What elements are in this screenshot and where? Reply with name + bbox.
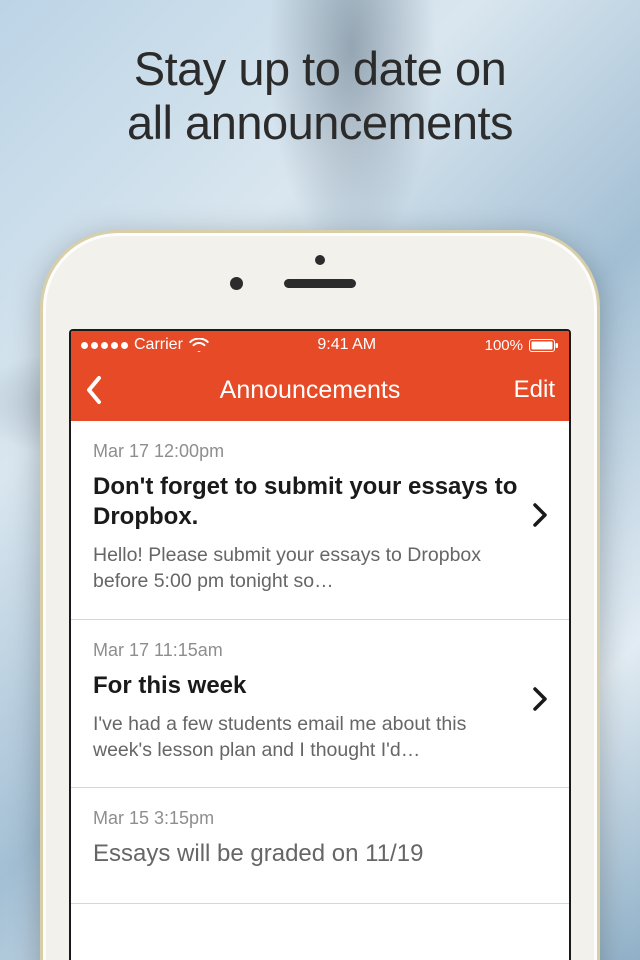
chevron-right-icon: [533, 687, 547, 716]
announcement-title: Don't forget to submit your essays to Dr…: [93, 472, 521, 532]
announcement-row[interactable]: Mar 17 12:00pm Don't forget to submit yo…: [71, 421, 569, 620]
announcement-title: Essays will be graded on 11/19: [93, 839, 547, 869]
phone-camera: [230, 277, 243, 290]
marketing-line-1: Stay up to date on: [0, 42, 640, 96]
battery-percent: 100%: [485, 337, 523, 354]
back-button[interactable]: [85, 375, 125, 405]
wifi-icon: [189, 338, 209, 352]
edit-button[interactable]: Edit: [495, 376, 555, 404]
announcement-date: Mar 17 12:00pm: [93, 441, 521, 462]
nav-bar: Announcements Edit: [71, 359, 569, 421]
status-time: 9:41 AM: [215, 336, 479, 354]
battery-icon: [529, 339, 559, 352]
carrier-label: Carrier: [134, 336, 183, 354]
announcement-row[interactable]: Mar 17 11:15am For this week I've had a …: [71, 620, 569, 789]
signal-dots-icon: [81, 342, 128, 349]
chevron-right-icon: [533, 503, 547, 532]
announcement-body: Hello! Please submit your essays to Drop…: [93, 542, 521, 595]
status-bar: Carrier 9:41 AM 100%: [71, 331, 569, 359]
phone-sensor: [315, 255, 325, 265]
chevron-left-icon: [85, 375, 103, 405]
announcement-date: Mar 17 11:15am: [93, 640, 521, 661]
announcement-body: I've had a few students email me about t…: [93, 711, 521, 764]
announcement-title: For this week: [93, 671, 521, 701]
nav-title: Announcements: [125, 376, 495, 405]
announcement-date: Mar 15 3:15pm: [93, 808, 547, 829]
announcement-row[interactable]: Mar 15 3:15pm Essays will be graded on 1…: [71, 788, 569, 904]
marketing-headline: Stay up to date on all announcements: [0, 42, 640, 150]
phone-screen: Carrier 9:41 AM 100%: [69, 329, 571, 960]
announcements-list[interactable]: Mar 17 12:00pm Don't forget to submit yo…: [71, 421, 569, 904]
phone-frame: Carrier 9:41 AM 100%: [40, 230, 600, 960]
marketing-line-2: all announcements: [0, 96, 640, 150]
phone-speaker: [284, 279, 356, 288]
